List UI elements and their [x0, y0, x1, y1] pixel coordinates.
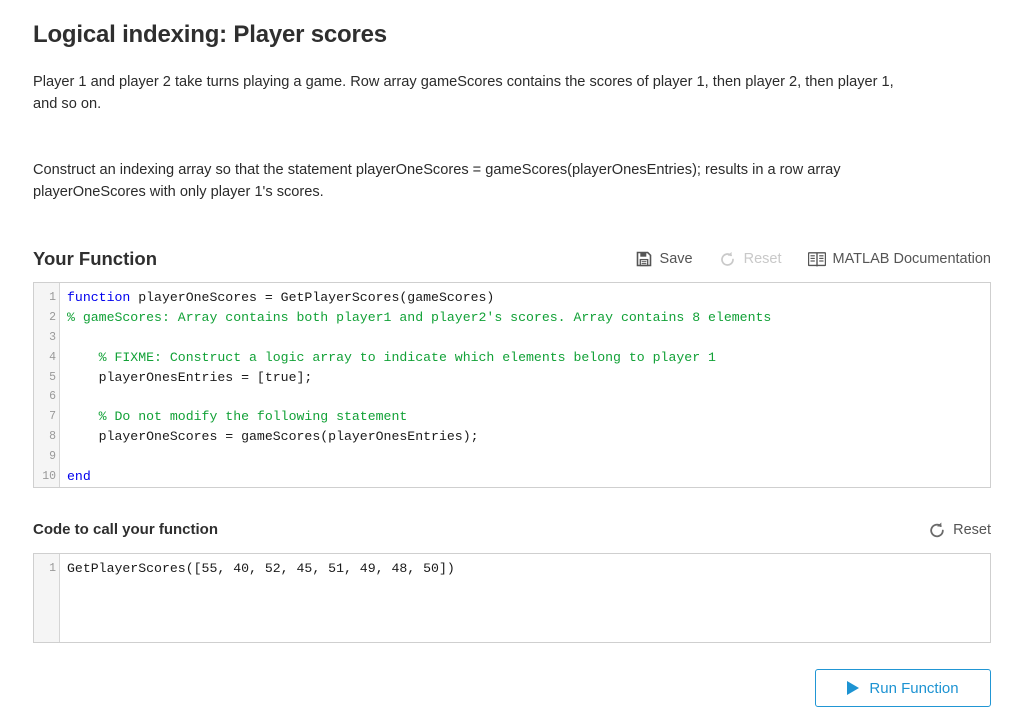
- your-function-code-area[interactable]: function playerOneScores = GetPlayerScor…: [60, 283, 990, 487]
- line-number: 7: [34, 407, 56, 427]
- call-function-code-editor[interactable]: 1 GetPlayerScores([55, 40, 52, 45, 51, 4…: [33, 553, 991, 643]
- reset-function-button[interactable]: Reset: [719, 249, 782, 269]
- code-line: function playerOneScores = GetPlayerScor…: [67, 288, 990, 308]
- code-line: playerOnesEntries = [true];: [67, 368, 990, 388]
- line-number: 1: [34, 559, 56, 579]
- code-line: % Do not modify the following statement: [67, 407, 990, 427]
- code-line: GetPlayerScores([55, 40, 52, 45, 51, 49,…: [67, 559, 990, 579]
- line-number: 5: [34, 368, 56, 388]
- code-line: playerOneScores = gameScores(playerOnesE…: [67, 427, 990, 447]
- run-function-label: Run Function: [869, 680, 958, 697]
- line-number: 2: [34, 308, 56, 328]
- prompt-paragraph-1: Player 1 and player 2 take turns playing…: [33, 71, 913, 115]
- code-line: % gameScores: Array contains both player…: [67, 308, 990, 328]
- call-function-header: Code to call your function Reset: [33, 518, 991, 542]
- code-line: % FIXME: Construct a logic array to indi…: [67, 348, 990, 368]
- your-function-toolbar: Save Reset: [635, 249, 991, 271]
- line-number: 10: [34, 467, 56, 487]
- code-token: % FIXME: Construct a logic array to indi…: [67, 350, 716, 365]
- code-line: end: [67, 467, 990, 487]
- run-row: Run Function: [33, 669, 991, 707]
- line-number: 4: [34, 348, 56, 368]
- matlab-documentation-button[interactable]: MATLAB Documentation: [808, 249, 992, 269]
- code-token: GetPlayerScores([55, 40, 52, 45, 51, 49,…: [67, 561, 455, 576]
- refresh-circular-arrow-icon: [928, 521, 946, 539]
- line-number: 3: [34, 328, 56, 348]
- code-line: [67, 387, 990, 407]
- call-function-code-area[interactable]: GetPlayerScores([55, 40, 52, 45, 51, 49,…: [60, 554, 990, 642]
- run-function-button[interactable]: Run Function: [815, 669, 991, 707]
- reset-call-button[interactable]: Reset: [928, 520, 991, 540]
- code-token: playerOneScores = GetPlayerScores(gameSc…: [130, 290, 494, 305]
- your-function-title: Your Function: [33, 247, 157, 271]
- prompt-paragraph-2: Construct an indexing array so that the …: [33, 159, 913, 203]
- code-token: playerOneScores = gameScores(playerOnesE…: [67, 429, 479, 444]
- code-token: playerOnesEntries = [true];: [67, 370, 312, 385]
- your-function-code-editor[interactable]: 12345678910 function playerOneScores = G…: [33, 282, 991, 488]
- reset-function-label: Reset: [744, 249, 782, 269]
- your-function-gutter: 12345678910: [34, 283, 60, 487]
- line-number: 8: [34, 427, 56, 447]
- your-function-header: Your Function Save: [33, 247, 991, 271]
- reset-call-label: Reset: [953, 520, 991, 540]
- exercise-page: Logical indexing: Player scores Player 1…: [0, 0, 1024, 707]
- code-token: % gameScores: Array contains both player…: [67, 310, 771, 325]
- code-line: [67, 328, 990, 348]
- play-triangle-icon: [847, 681, 859, 695]
- code-token: % Do not modify the following statement: [67, 409, 407, 424]
- save-button-label: Save: [660, 249, 693, 269]
- save-button[interactable]: Save: [635, 249, 693, 269]
- refresh-circular-arrow-icon: [719, 250, 737, 268]
- line-number: 9: [34, 447, 56, 467]
- call-function-gutter: 1: [34, 554, 60, 642]
- line-number: 6: [34, 387, 56, 407]
- matlab-documentation-label: MATLAB Documentation: [833, 249, 992, 269]
- floppy-disk-icon: [635, 250, 653, 268]
- code-line: [67, 447, 990, 467]
- line-number: 1: [34, 288, 56, 308]
- page-title: Logical indexing: Player scores: [33, 0, 991, 50]
- code-token: function: [67, 290, 130, 305]
- code-token: end: [67, 469, 91, 484]
- book-icon: [808, 250, 826, 268]
- call-function-toolbar: Reset: [928, 520, 991, 542]
- call-function-title: Code to call your function: [33, 518, 218, 542]
